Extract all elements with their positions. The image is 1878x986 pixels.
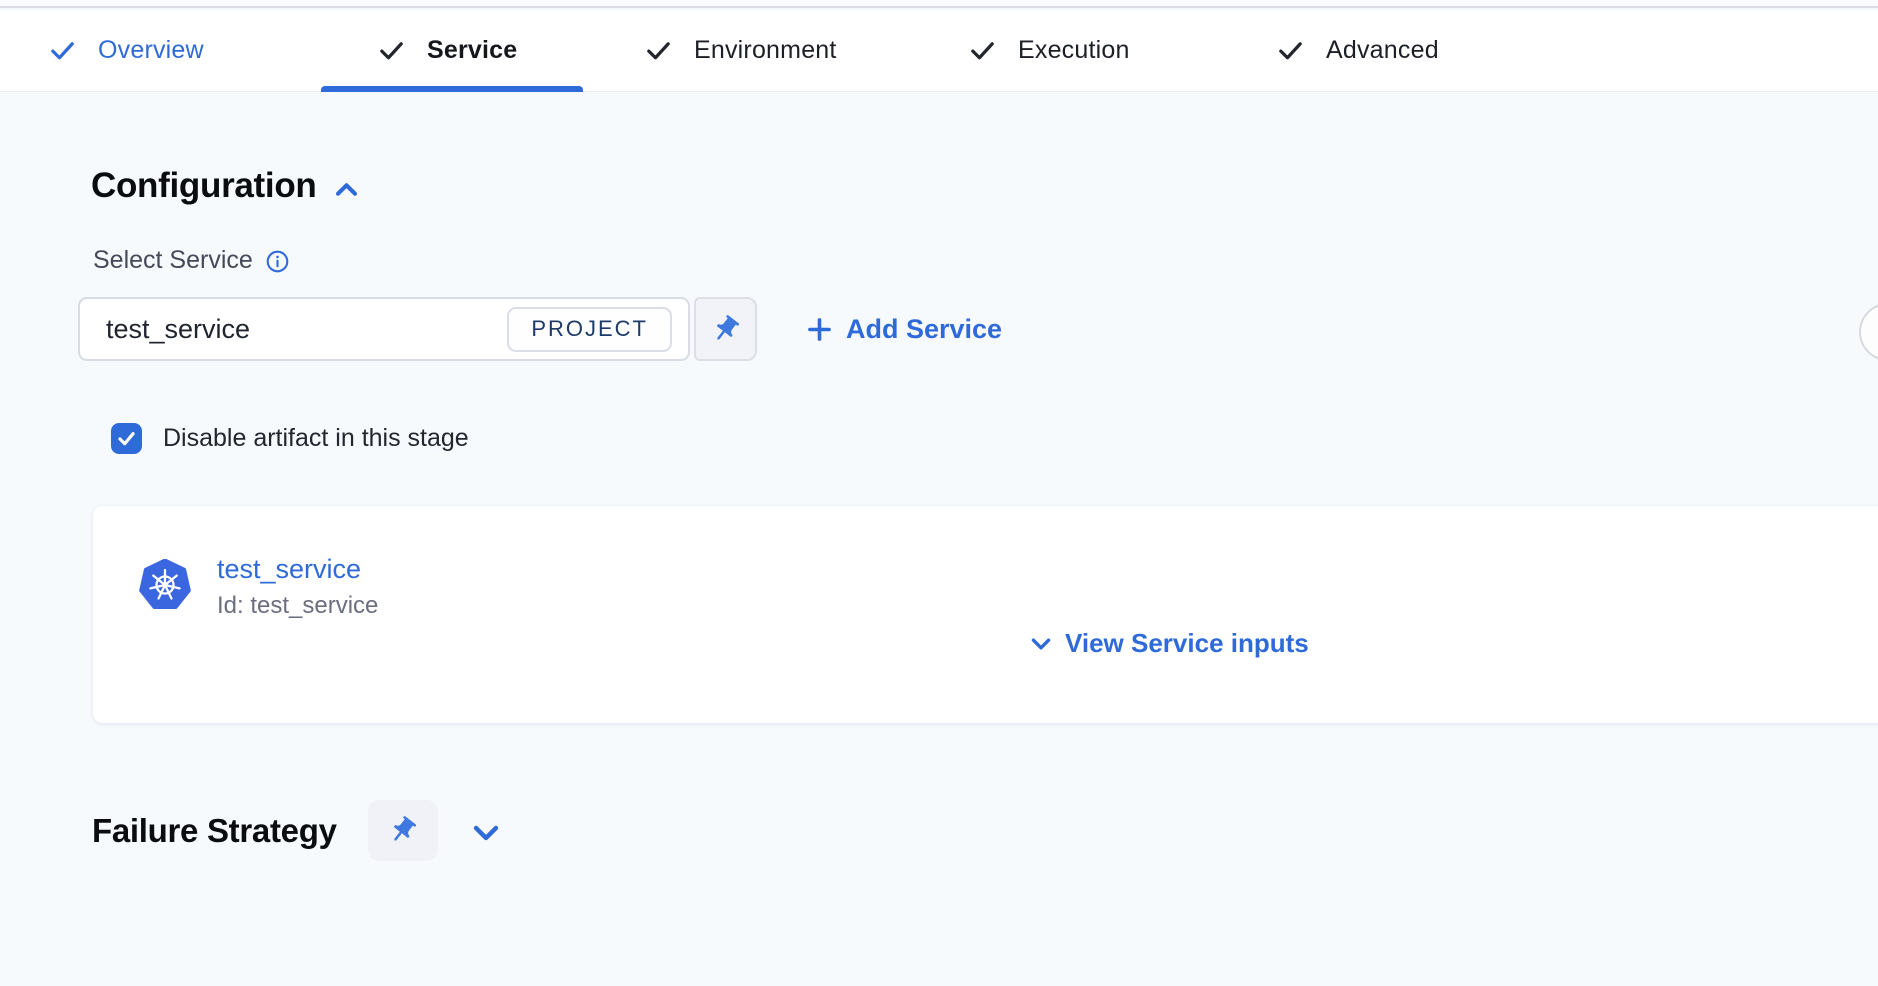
tab-label: Environment	[694, 36, 837, 65]
stage-tabs: Overview Service Environment Execution A…	[0, 10, 1878, 92]
chevron-down-icon	[1028, 631, 1054, 657]
active-tab-underline	[321, 86, 583, 92]
tab-environment[interactable]: Environment	[644, 10, 837, 91]
select-service-label-row: Select Service	[93, 246, 290, 275]
top-divider	[0, 0, 1878, 8]
failure-strategy-header: Failure Strategy	[92, 800, 503, 861]
kubernetes-icon	[139, 559, 191, 611]
failure-strategy-pin-button[interactable]	[368, 800, 438, 861]
view-service-inputs-label: View Service inputs	[1065, 628, 1309, 659]
stage-configuration-screen: Overview Service Environment Execution A…	[0, 0, 1878, 986]
check-icon	[1276, 36, 1305, 65]
tab-advanced[interactable]: Advanced	[1276, 10, 1439, 91]
view-service-inputs-button[interactable]: View Service inputs	[1028, 628, 1309, 659]
service-name-link[interactable]: test_service	[217, 554, 361, 585]
pin-icon	[704, 307, 748, 351]
service-input-value: test_service	[106, 314, 507, 345]
service-select-input[interactable]: test_service PROJECT	[78, 297, 690, 361]
select-service-label: Select Service	[93, 246, 253, 275]
tab-label: Overview	[98, 36, 204, 65]
tab-overview[interactable]: Overview	[48, 10, 204, 91]
plus-icon	[806, 316, 833, 343]
edge-floating-button[interactable]	[1859, 303, 1878, 361]
check-icon	[968, 36, 997, 65]
disable-artifact-checkbox[interactable]	[111, 423, 142, 454]
check-icon	[377, 36, 406, 65]
service-card: test_service Id: test_service View Servi…	[93, 506, 1878, 723]
check-icon	[116, 428, 137, 449]
add-service-button[interactable]: Add Service	[806, 297, 1002, 361]
tab-label: Execution	[1018, 36, 1130, 65]
tab-label: Service	[427, 36, 517, 65]
tab-service[interactable]: Service	[377, 10, 517, 91]
disable-artifact-row[interactable]: Disable artifact in this stage	[111, 423, 469, 454]
service-pin-button[interactable]	[694, 297, 757, 361]
tab-label: Advanced	[1326, 36, 1439, 65]
pin-icon	[381, 809, 425, 853]
add-service-label: Add Service	[846, 314, 1002, 345]
disable-artifact-label: Disable artifact in this stage	[163, 424, 469, 453]
failure-strategy-title: Failure Strategy	[92, 812, 337, 850]
chevron-up-icon[interactable]	[332, 175, 361, 204]
check-icon	[644, 36, 673, 65]
info-icon[interactable]	[265, 249, 290, 274]
tab-execution[interactable]: Execution	[968, 10, 1130, 91]
check-icon	[48, 36, 77, 65]
service-id-text: Id: test_service	[217, 592, 378, 620]
configuration-title: Configuration	[91, 166, 317, 206]
scope-badge: PROJECT	[507, 307, 672, 352]
chevron-down-icon[interactable]	[469, 816, 503, 850]
configuration-header: Configuration	[91, 166, 361, 206]
